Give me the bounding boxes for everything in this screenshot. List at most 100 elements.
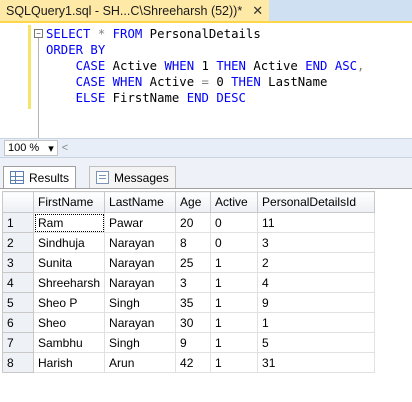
table-cell[interactable]: Singh [104, 332, 177, 353]
table-cell[interactable]: Sunita [32, 252, 106, 273]
table-row[interactable]: 1 Ram Pawar 20 0 11 [2, 212, 376, 233]
row-number[interactable]: 3 [2, 252, 34, 273]
table-cell[interactable]: 0 [210, 232, 259, 253]
tab-sqlquery1[interactable]: SQLQuery1.sql - SH...C\Shreeharsh (52))*… [0, 0, 270, 21]
close-icon[interactable]: ✕ [252, 3, 263, 19]
zoom-value: 100 % [8, 142, 40, 154]
table-cell[interactable]: 30 [175, 312, 212, 333]
table-cell[interactable]: Narayan [104, 252, 177, 273]
table-cell[interactable]: Sindhuja [32, 232, 106, 253]
table-cell[interactable]: 1 [210, 272, 259, 293]
code-token: DESC [216, 91, 246, 105]
row-number[interactable]: 2 [2, 232, 34, 253]
table-cell[interactable]: Sheo P [32, 292, 106, 313]
table-cell[interactable]: 3 [175, 272, 212, 293]
results-grid[interactable]: FirstName LastName Age Active PersonalDetail… [0, 189, 412, 402]
table-cell[interactable]: 1 [210, 252, 259, 273]
table-cell[interactable]: 1 [210, 312, 259, 333]
zoom-dropdown[interactable]: 100 % ▾ [4, 140, 58, 156]
code-token: = [201, 75, 209, 89]
table-row[interactable]: 2 Sindhuja Narayan 8 0 3 [2, 232, 376, 253]
table-cell[interactable]: 1 [210, 292, 259, 313]
table-cell[interactable]: 31 [257, 352, 376, 373]
row-number[interactable]: 7 [2, 332, 34, 353]
table-cell[interactable]: Shreeharsh [32, 272, 106, 293]
code-line: ORDER BY [46, 42, 364, 58]
table-row[interactable]: 5 Sheo P Singh 35 1 9 [2, 292, 376, 313]
table-cell[interactable]: 42 [175, 352, 212, 373]
tab-results[interactable]: Results [3, 166, 77, 188]
table-cell[interactable]: 1 [210, 332, 259, 353]
row-number[interactable]: 4 [2, 272, 34, 293]
table-row[interactable]: 8 Harish Arun 42 1 31 [2, 352, 376, 373]
row-number[interactable]: 8 [2, 352, 34, 373]
scroll-left-icon[interactable]: < [62, 142, 68, 154]
code-token: THEN [231, 75, 261, 89]
table-cell[interactable]: 0 [210, 212, 259, 233]
column-header[interactable]: Active [210, 191, 259, 213]
table-row[interactable]: 6 Sheo Narayan 30 1 1 [2, 312, 376, 333]
sql-code[interactable]: SELECT * FROM PersonalDetails ORDER BY CA… [46, 26, 364, 106]
table-cell[interactable]: 35 [175, 292, 212, 313]
table-cell[interactable]: 9 [175, 332, 212, 353]
code-token: CASE [75, 75, 106, 89]
table-cell[interactable]: 4 [257, 272, 376, 293]
table-row[interactable]: 3 Sunita Narayan 25 1 2 [2, 252, 376, 273]
row-number[interactable]: 6 [2, 312, 34, 333]
table-cell[interactable]: 8 [175, 232, 212, 253]
query-editor[interactable]: − SELECT * FROM PersonalDetails ORDER BY … [0, 23, 412, 143]
column-header[interactable]: PersonalDetailsId [257, 191, 376, 213]
code-token: THEN [216, 59, 246, 73]
table-cell[interactable]: 25 [175, 252, 212, 273]
code-token: Active [142, 75, 202, 89]
collapse-icon[interactable]: − [34, 29, 43, 38]
column-header[interactable]: FirstName [32, 191, 106, 213]
table-cell[interactable]: 3 [257, 232, 376, 253]
table-cell[interactable]: Ram [32, 212, 106, 233]
code-token: LastName [260, 75, 328, 89]
table-cell[interactable]: Narayan [104, 232, 177, 253]
table-cell[interactable]: Pawar [104, 212, 177, 233]
tab-messages[interactable]: Messages [89, 166, 176, 188]
code-line: ELSE FirstName END DESC [46, 90, 364, 106]
table-cell[interactable]: 9 [257, 292, 376, 313]
table-row[interactable]: 4 Shreeharsh Narayan 3 1 4 [2, 272, 376, 293]
code-token: WHEN [164, 59, 195, 73]
chevron-down-icon: ▾ [48, 142, 54, 155]
code-token: ASC [334, 59, 358, 73]
table-cell[interactable]: 11 [257, 212, 376, 233]
column-header[interactable]: Age [175, 191, 212, 213]
grid-icon [10, 171, 24, 184]
results-table: FirstName LastName Age Active PersonalDetail… [2, 191, 376, 373]
editor-status-bar: 100 % ▾ < [0, 138, 412, 158]
table-cell[interactable]: 1 [210, 352, 259, 373]
row-number-header[interactable] [2, 191, 34, 213]
table-cell[interactable]: Narayan [104, 312, 177, 333]
row-number[interactable]: 5 [2, 292, 34, 313]
table-cell[interactable]: Singh [104, 292, 177, 313]
column-header[interactable]: LastName [104, 191, 177, 213]
table-cell[interactable]: Sambhu [32, 332, 106, 353]
table-cell[interactable]: 2 [257, 252, 376, 273]
code-token: Active [245, 59, 306, 73]
table-cell[interactable]: 5 [257, 332, 376, 353]
table-cell[interactable]: 20 [175, 212, 212, 233]
results-tab-strip: Results Messages [0, 158, 412, 189]
table-cell[interactable]: 1 [257, 312, 376, 333]
code-token: SELECT [46, 27, 91, 41]
table-cell[interactable]: Narayan [104, 272, 177, 293]
change-marker [28, 25, 31, 109]
code-line: CASE Active WHEN 1 THEN Active END ASC, [46, 58, 365, 74]
tab-results-label: Results [29, 170, 70, 185]
table-row[interactable]: 7 Sambhu Singh 9 1 5 [2, 332, 376, 353]
row-number[interactable]: 1 [2, 212, 34, 233]
code-line: SELECT * FROM PersonalDetails [46, 26, 364, 42]
table-cell[interactable]: Sheo [32, 312, 106, 333]
table-cell[interactable]: Harish [32, 352, 106, 373]
table-cell[interactable]: Arun [104, 352, 177, 373]
